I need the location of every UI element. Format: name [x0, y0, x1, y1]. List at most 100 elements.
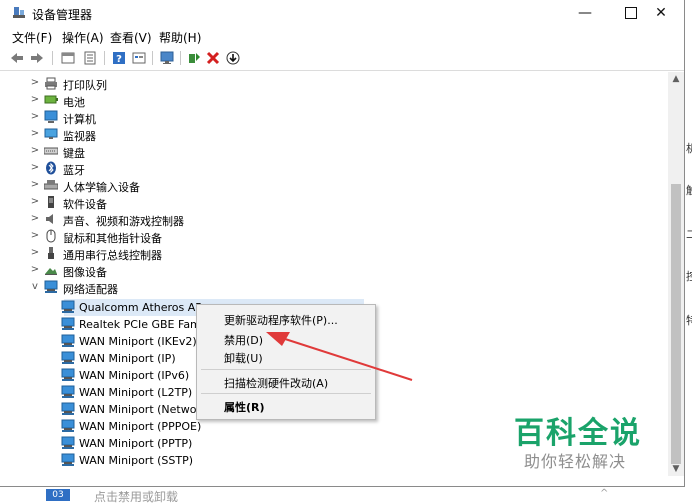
mouse-icon: [44, 229, 58, 243]
category-label: 通用串行总线控制器: [63, 249, 162, 262]
keyboard-icon: [43, 144, 59, 158]
hid-icon: [43, 178, 59, 192]
monitor-scan-icon[interactable]: [159, 50, 175, 66]
tree-category-mouse[interactable]: > 鼠标和其他指针设备: [8, 228, 668, 245]
category-label: 图像设备: [63, 266, 107, 279]
watermark-subtitle: 助你轻松解决: [524, 452, 627, 471]
maximize-icon: [625, 7, 637, 19]
category-label: 软件设备: [63, 198, 107, 211]
chevron-right-icon[interactable]: >: [30, 127, 40, 141]
menu-item-uninstall[interactable]: 卸载(U): [224, 350, 263, 366]
category-label: 打印队列: [63, 79, 107, 92]
menu-help[interactable]: 帮助(H): [159, 29, 201, 46]
toolbar: ?: [0, 46, 684, 71]
chevron-down-icon[interactable]: v: [30, 280, 40, 294]
uninstall-icon[interactable]: [205, 50, 221, 66]
battery-icon: [44, 93, 58, 107]
chevron-right-icon[interactable]: >: [30, 246, 40, 260]
camera-icon: [44, 263, 58, 277]
category-label: 监视器: [63, 130, 96, 143]
properties-view-icon[interactable]: [60, 50, 76, 66]
help-icon[interactable]: ?: [111, 50, 127, 66]
tree-category-battery[interactable]: > 电池: [8, 92, 668, 109]
tree-category-computer[interactable]: > 计算机: [8, 109, 668, 126]
tree-category-hid[interactable]: > 人体学输入设备: [8, 177, 668, 194]
device-label: WAN Miniport (Netwo: [79, 403, 197, 416]
scroll-down-icon[interactable]: ▼: [668, 462, 684, 476]
network-adapter-icon: [61, 351, 75, 365]
download-icon[interactable]: [225, 50, 241, 66]
tree-category-monitor[interactable]: > 监视器: [8, 126, 668, 143]
toolbar-separator: [180, 51, 181, 65]
toolbar-separator: [52, 51, 53, 65]
tree-category-sound-video-game[interactable]: > 声音、视频和游戏控制器: [8, 211, 668, 228]
chevron-right-icon[interactable]: >: [30, 195, 40, 209]
device-label: Qualcomm Atheros AR: [79, 301, 203, 314]
device-label: WAN Miniport (PPTP): [79, 437, 193, 450]
chevron-right-icon[interactable]: >: [30, 161, 40, 175]
chevron-right-icon[interactable]: >: [30, 178, 40, 192]
category-label: 声音、视频和游戏控制器: [63, 215, 184, 228]
device-label: Realtek PCIe GBE Fami: [79, 318, 204, 331]
menu-item-disable[interactable]: 禁用(D): [224, 332, 263, 348]
chevron-up-icon[interactable]: ^: [600, 488, 608, 499]
background-window-edge: 二: [686, 228, 692, 241]
svg-text:?: ?: [116, 54, 122, 65]
network-adapter-icon: [61, 368, 75, 382]
forward-icon[interactable]: [29, 50, 45, 66]
monitor-icon: [44, 127, 58, 141]
device-label: WAN Miniport (PPPOE): [79, 420, 202, 433]
device-label: WAN Miniport (SSTP): [79, 454, 194, 467]
menu-view[interactable]: 查看(V): [110, 29, 152, 46]
network-adapter-icon: [61, 385, 75, 399]
device-label: WAN Miniport (IPv6): [79, 369, 190, 382]
printer-icon: [44, 76, 58, 90]
chevron-right-icon[interactable]: >: [30, 93, 40, 107]
network-adapter-icon: [44, 280, 58, 294]
background-window-edge: 触: [686, 184, 692, 197]
title-bar: 设备管理器 — ✕: [0, 0, 684, 26]
chevron-right-icon[interactable]: >: [30, 144, 40, 158]
software-device-icon: [44, 195, 58, 209]
tree-category-print-queue[interactable]: > 打印队列: [8, 75, 668, 92]
minimize-icon: —: [578, 5, 592, 21]
tree-category-software-device[interactable]: > 软件设备: [8, 194, 668, 211]
scrollbar-thumb[interactable]: [671, 184, 681, 464]
bluetooth-icon: [44, 161, 58, 175]
menu-item-properties[interactable]: 属性(R): [224, 399, 265, 415]
vertical-scrollbar[interactable]: ▲ ▼: [668, 72, 684, 476]
context-menu: 更新驱动程序软件(P)... 禁用(D) 卸载(U) 扫描检测硬件改动(A) 属…: [196, 304, 376, 420]
chevron-right-icon[interactable]: >: [30, 110, 40, 124]
tree-category-bluetooth[interactable]: > 蓝牙: [8, 160, 668, 177]
chevron-right-icon[interactable]: >: [30, 263, 40, 277]
chevron-right-icon[interactable]: >: [30, 76, 40, 90]
toolbar-separator: [152, 51, 153, 65]
back-icon[interactable]: [9, 50, 25, 66]
computer-icon: [44, 110, 58, 124]
step-text: 点击禁用或卸载: [94, 490, 179, 503]
background-window-edge: 机: [686, 142, 692, 155]
chevron-right-icon[interactable]: >: [30, 229, 40, 243]
scroll-up-icon[interactable]: ▲: [668, 72, 684, 86]
tree-category-keyboard[interactable]: > 键盘: [8, 143, 668, 160]
background-window-edge: 特: [686, 314, 692, 327]
menu-item-scan-hardware[interactable]: 扫描检测硬件改动(A): [224, 375, 328, 391]
device-label: WAN Miniport (IP): [79, 352, 176, 365]
category-label: 鼠标和其他指针设备: [63, 232, 162, 245]
list-view-icon[interactable]: [82, 50, 98, 66]
update-driver-icon[interactable]: [186, 50, 202, 66]
toolbar-separator: [104, 51, 105, 65]
tree-category-usb[interactable]: > 通用串行总线控制器: [8, 245, 668, 262]
menu-action[interactable]: 操作(A): [62, 29, 104, 46]
properties-icon[interactable]: [131, 50, 147, 66]
tree-category-network-adapter[interactable]: v 网络适配器: [8, 279, 668, 296]
menu-bar: 文件(F) 操作(A) 查看(V) 帮助(H): [0, 26, 684, 46]
tree-category-imaging[interactable]: > 图像设备: [8, 262, 668, 279]
menu-file[interactable]: 文件(F): [12, 29, 52, 46]
network-adapter-icon: [61, 334, 75, 348]
menu-item-update-driver[interactable]: 更新驱动程序软件(P)...: [224, 312, 338, 328]
usb-icon: [44, 246, 58, 260]
close-button[interactable]: ✕: [638, 0, 684, 26]
minimize-button[interactable]: —: [562, 0, 608, 26]
chevron-right-icon[interactable]: >: [30, 212, 40, 226]
